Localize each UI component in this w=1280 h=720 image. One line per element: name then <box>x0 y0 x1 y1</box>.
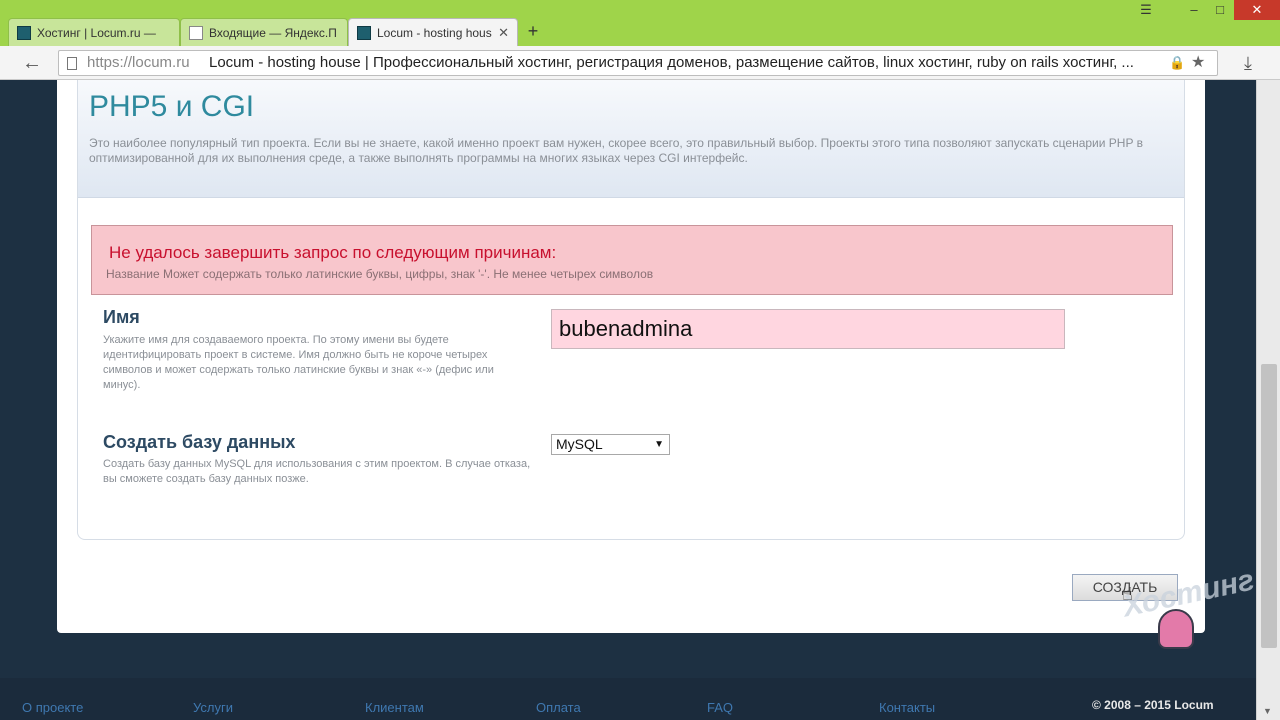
page-viewport: PHP5 и CGI Это наиболее популярный тип п… <box>0 80 1256 720</box>
close-window-icon[interactable]: ✕ <box>1234 0 1280 20</box>
star-icon[interactable]: ★ <box>1191 51 1205 75</box>
address-url: https://locum.ru <box>87 54 190 71</box>
error-message: Название Может содержать только латински… <box>106 267 654 281</box>
database-help: Создать базу данных MySQL для использова… <box>103 458 531 485</box>
new-tab-button[interactable]: + <box>522 20 544 42</box>
tab-locum-hosting[interactable]: Хостинг | Locum.ru — <box>8 18 180 46</box>
footer-link-contacts[interactable]: Контакты <box>879 700 935 715</box>
footer-link-about[interactable]: О проекте <box>22 700 83 715</box>
tab-label: Хостинг | Locum.ru — <box>37 25 156 40</box>
lock-icon[interactable]: 🔒 <box>1169 51 1185 75</box>
content-card: PHP5 и CGI Это наиболее популярный тип п… <box>57 80 1205 633</box>
browser-toolbar: ← https://locum.ru Locum - hosting house… <box>0 46 1280 80</box>
tab-label: Входящие — Яндекс.П <box>209 25 337 40</box>
footer-link-services[interactable]: Услуги <box>193 700 233 715</box>
tab-locum-active[interactable]: Locum - hosting hous ✕ <box>348 18 518 46</box>
project-name-input[interactable]: bubenadmina <box>551 309 1065 349</box>
menu-icon[interactable]: ☰ <box>1132 0 1160 20</box>
copyright: © 2008 – 2015 Locum <box>1092 698 1214 712</box>
address-bar[interactable]: https://locum.ru Locum - hosting house |… <box>58 50 1218 76</box>
project-header: PHP5 и CGI Это наиболее популярный тип п… <box>78 80 1184 198</box>
ninja-mascot-icon <box>1158 609 1194 649</box>
database-select[interactable]: MySQL ▼ <box>551 434 670 455</box>
address-page-title: Locum - hosting house | Профессиональный… <box>209 54 1134 71</box>
name-label: Имя <box>103 307 140 327</box>
database-label: Создать базу данных <box>103 432 296 452</box>
tab-close-icon[interactable]: ✕ <box>498 25 509 41</box>
tab-yandex-mail[interactable]: Входящие — Яндекс.П <box>180 18 348 46</box>
page-scrollbar[interactable]: ▼ <box>1256 80 1280 720</box>
hand-cursor-icon: ☝ <box>1122 584 1133 604</box>
maximize-icon[interactable]: □ <box>1206 0 1234 20</box>
project-panel: PHP5 и CGI Это наиболее популярный тип п… <box>77 80 1185 540</box>
error-title: Не удалось завершить запрос по следующим… <box>109 243 557 262</box>
tab-label: Locum - hosting hous <box>377 25 492 40</box>
scroll-down-icon[interactable]: ▼ <box>1263 706 1272 716</box>
footer-link-faq[interactable]: FAQ <box>707 700 733 715</box>
back-arrow-icon[interactable]: ← <box>20 51 44 75</box>
footer-link-clients[interactable]: Клиентам <box>365 700 424 715</box>
locum-favicon-icon <box>17 25 31 40</box>
page-footer: О проекте Услуги Клиентам Оплата FAQ Кон… <box>0 678 1256 720</box>
minimize-icon[interactable]: – <box>1180 0 1208 20</box>
scrollbar-thumb[interactable] <box>1261 364 1277 648</box>
mail-favicon-icon <box>189 25 203 40</box>
browser-titlebar: Хостинг | Locum.ru — Входящие — Яндекс.П… <box>0 0 1280 46</box>
download-icon[interactable]: ⤓ <box>1236 51 1260 75</box>
error-box: Не удалось завершить запрос по следующим… <box>91 225 1173 295</box>
footer-link-payment[interactable]: Оплата <box>536 700 581 715</box>
chevron-down-icon: ▼ <box>654 439 664 450</box>
project-title: PHP5 и CGI <box>89 90 255 123</box>
project-description: Это наиболее популярный тип проекта. Есл… <box>89 136 1143 165</box>
database-select-value: MySQL <box>556 436 603 452</box>
page-icon <box>67 57 77 70</box>
name-help: Укажите имя для создаваемого проекта. По… <box>103 334 494 391</box>
watermark-logo: Хостинг <box>1110 564 1257 685</box>
locum-favicon-icon <box>357 25 371 40</box>
